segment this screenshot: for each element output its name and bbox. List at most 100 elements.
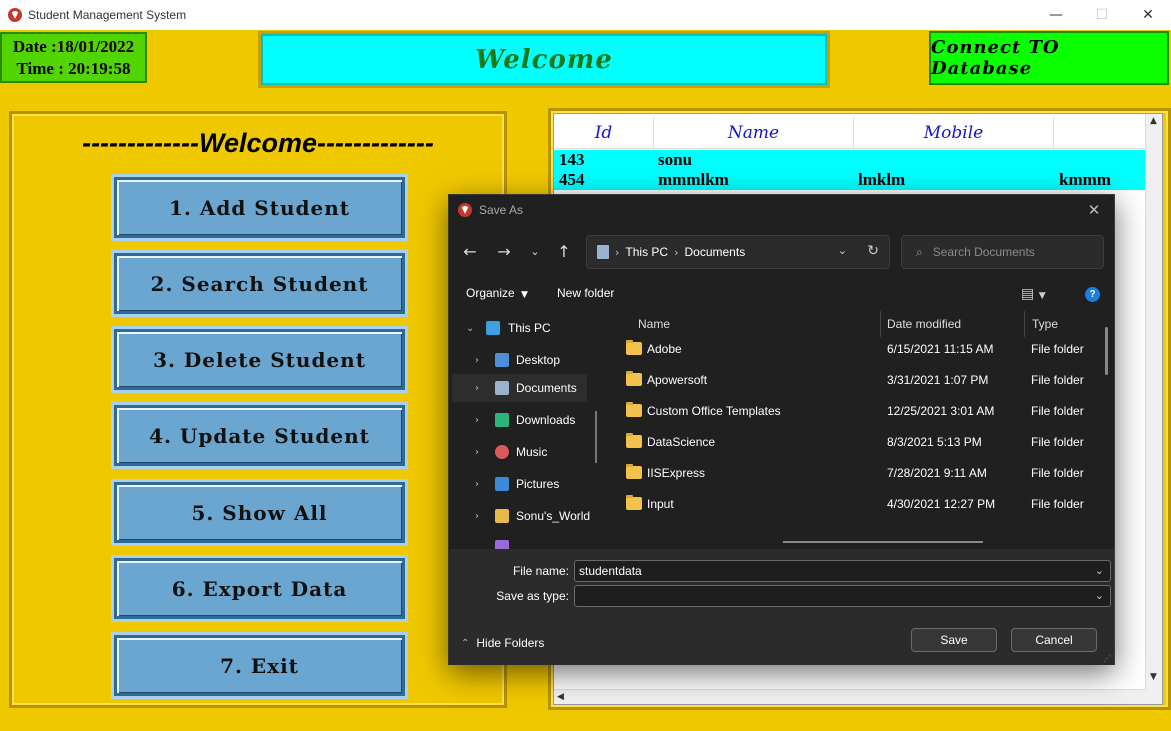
organize-dropdown-icon: ▼ (521, 290, 528, 300)
connect-database-button[interactable]: Connect TO Database (929, 31, 1169, 85)
recent-locations-chevron-icon[interactable]: ⌄ (523, 237, 547, 265)
column-header-name[interactable]: Name (654, 117, 854, 149)
show-all-button[interactable]: 5. Show All (114, 482, 405, 543)
help-icon[interactable]: ? (1085, 287, 1100, 302)
table-header: Id Name Mobile (554, 117, 1146, 149)
save-button[interactable]: Save (911, 628, 997, 652)
file-name: Apowersoft (647, 373, 708, 387)
cancel-button[interactable]: Cancel (1011, 628, 1097, 652)
tree-item-music[interactable]: › Music (449, 438, 607, 466)
column-header-name[interactable]: Name (638, 317, 670, 331)
file-date: 4/30/2021 12:27 PM (887, 497, 996, 511)
up-arrow-icon[interactable]: ↑ (552, 237, 576, 265)
file-name-field[interactable]: studentdata ⌄ (574, 560, 1111, 582)
tree-item-this-pc[interactable]: ⌄ This PC (449, 314, 607, 342)
dialog-title: Save As (479, 203, 524, 217)
file-date: 8/3/2021 5:13 PM (887, 435, 982, 449)
exit-button[interactable]: 7. Exit (114, 635, 405, 696)
file-list-horizontal-scrollbar[interactable] (783, 541, 983, 543)
scroll-left-icon[interactable]: ◀ (557, 692, 564, 702)
chevron-right-icon[interactable]: › (475, 511, 479, 522)
search-box[interactable]: ⌕ (901, 235, 1104, 269)
tree-item-downloads[interactable]: › Downloads (449, 406, 607, 434)
tree-item-pictures[interactable]: › Pictures (449, 470, 607, 498)
organize-menu[interactable]: Organize ▼ (466, 286, 528, 300)
maximize-button[interactable]: ☐ (1079, 0, 1125, 30)
chevron-down-icon[interactable]: ⌄ (1095, 586, 1104, 606)
table-horizontal-scrollbar[interactable]: ◀ (554, 689, 1147, 704)
back-arrow-icon[interactable]: ← (458, 237, 482, 265)
new-folder-button[interactable]: New folder (557, 286, 614, 300)
save-as-type-select[interactable]: ⌄ (574, 585, 1111, 607)
tree-item-label: Downloads (516, 413, 576, 427)
location-icon (597, 245, 609, 259)
close-button[interactable]: ✕ (1125, 0, 1171, 30)
chevron-right-icon[interactable]: › (475, 479, 479, 490)
table-row[interactable]: 454 mmmlkm lmklm kmmm (554, 170, 1146, 190)
tree-item-documents[interactable]: › Documents (452, 374, 587, 402)
export-data-button[interactable]: 6. Export Data (114, 558, 405, 619)
address-dropdown-icon[interactable]: ⌄ (838, 244, 847, 257)
column-header-type[interactable]: Type (1032, 317, 1058, 331)
folder-icon (626, 495, 642, 510)
tree-item-partial[interactable] (449, 533, 607, 549)
scroll-up-icon[interactable]: ▲ (1150, 116, 1157, 126)
tree-item-sonus-world[interactable]: › Sonu's_World (449, 502, 607, 530)
search-input[interactable] (932, 245, 1083, 259)
table-vertical-scrollbar[interactable]: ▲ ▼ (1145, 114, 1162, 704)
column-header-date-modified[interactable]: Date modified (887, 317, 961, 331)
column-header-id[interactable]: Id (554, 117, 654, 149)
window-controls: — ☐ ✕ (1033, 0, 1171, 30)
scroll-down-icon[interactable]: ▼ (1150, 672, 1157, 682)
chevron-down-icon[interactable]: ⌄ (1095, 561, 1104, 581)
chevron-up-icon: ⌃ (461, 637, 470, 649)
breadcrumb-this-pc[interactable]: This PC (625, 245, 668, 259)
music-icon (495, 445, 509, 459)
column-header-mobile[interactable]: Mobile (854, 117, 1054, 149)
folder-icon (626, 340, 642, 355)
hide-folders-toggle[interactable]: ⌃ Hide Folders (461, 636, 544, 650)
file-type: File folder (1031, 435, 1084, 449)
column-header-extra[interactable] (1054, 117, 1146, 149)
cell-name: mmmlkm (658, 170, 729, 189)
file-name-value: studentdata (579, 564, 642, 578)
file-date: 3/31/2021 1:07 PM (887, 373, 989, 387)
list-item[interactable]: DataScience 8/3/2021 5:13 PM File folder (608, 427, 1088, 457)
view-options-icon[interactable]: ▤ ▼ (1021, 286, 1046, 302)
dialog-close-icon[interactable]: ✕ (1082, 198, 1106, 222)
list-item[interactable]: Apowersoft 3/31/2021 1:07 PM File folder (608, 365, 1088, 395)
file-name: Input (647, 497, 674, 511)
downloads-icon (495, 413, 509, 427)
forward-arrow-icon[interactable]: → (492, 237, 516, 265)
tree-item-desktop[interactable]: › Desktop (449, 346, 607, 374)
list-item[interactable]: IISExpress 7/28/2021 9:11 AM File folder (608, 458, 1088, 488)
refresh-icon[interactable]: ↻ (867, 243, 879, 259)
time-label: Time : 20:19:58 (16, 59, 131, 78)
chevron-right-icon[interactable]: › (475, 447, 479, 458)
tree-scrollbar[interactable] (595, 411, 597, 463)
minimize-button[interactable]: — (1033, 0, 1079, 30)
chevron-right-icon[interactable]: › (475, 383, 479, 394)
table-row[interactable]: 143 sonu (554, 150, 1146, 170)
list-item[interactable]: Adobe 6/15/2021 11:15 AM File folder (608, 334, 1088, 364)
resize-grip-icon[interactable]: ⋰ (1103, 654, 1111, 663)
file-date: 12/25/2021 3:01 AM (887, 404, 995, 418)
add-student-button[interactable]: 1. Add Student (114, 177, 405, 238)
list-item[interactable]: Custom Office Templates 12/25/2021 3:01 … (608, 396, 1088, 426)
delete-student-button[interactable]: 3. Delete Student (114, 329, 405, 390)
cell-extra: kmmm (1059, 170, 1111, 189)
breadcrumb-chevron-icon: › (615, 245, 620, 259)
window-title: Student Management System (28, 8, 187, 22)
address-bar[interactable]: › This PC › Documents ⌄ ↻ (586, 235, 890, 269)
chevron-down-icon[interactable]: ⌄ (466, 323, 474, 334)
chevron-right-icon[interactable]: › (475, 415, 479, 426)
file-type: File folder (1031, 466, 1084, 480)
search-student-button[interactable]: 2. Search Student (114, 253, 405, 314)
file-list-vertical-scrollbar[interactable] (1105, 327, 1108, 375)
chevron-right-icon[interactable]: › (475, 355, 479, 366)
list-item[interactable]: Input 4/30/2021 12:27 PM File folder (608, 489, 1088, 519)
save-as-type-label: Save as type: (496, 589, 569, 603)
update-student-button[interactable]: 4. Update Student (114, 405, 405, 466)
file-name: IISExpress (647, 466, 706, 480)
breadcrumb-documents[interactable]: Documents (685, 245, 746, 259)
